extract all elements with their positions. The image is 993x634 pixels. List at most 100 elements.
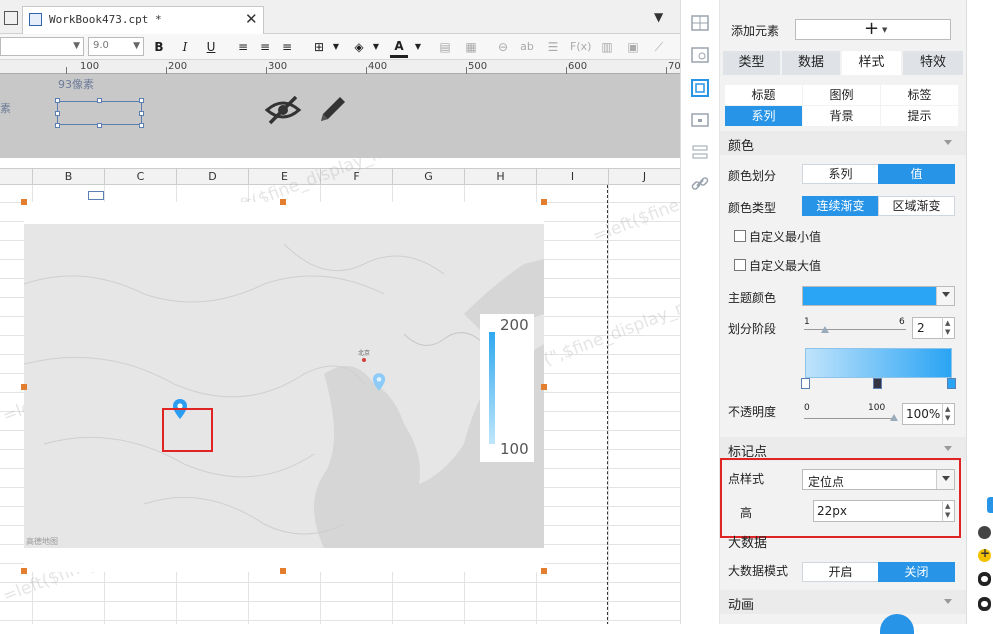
opacity-slider-track[interactable] [804,418,896,419]
resize-handle[interactable] [55,98,60,103]
tab-menu-icon[interactable]: ▼ [654,10,663,24]
color-division-value[interactable]: 值 [878,164,955,184]
image-icon[interactable]: ▣ [624,38,642,56]
robot-icon[interactable] [978,526,991,539]
resize-handle[interactable] [541,384,547,390]
close-tab-icon[interactable]: ✕ [245,10,258,28]
big-data-on[interactable]: 开启 [802,562,879,582]
section-animation-header[interactable]: 动画 [720,590,966,614]
formula-icon[interactable]: F(x) [570,38,591,56]
map-canvas[interactable]: 北京 200 100 高德地图 [24,224,544,548]
chart-attr-icon[interactable] [690,111,710,129]
cell-element-icon[interactable] [690,46,710,64]
align-center-icon[interactable]: ≡ [256,38,274,56]
location-pin-icon[interactable] [372,372,386,392]
penguin-icon[interactable] [978,597,991,611]
grid-icon[interactable] [4,11,18,25]
merge-cells-icon[interactable]: ▤ [436,38,454,56]
theme-color-select[interactable] [802,286,955,306]
resize-handle[interactable] [139,98,144,103]
font-color-button[interactable]: A [390,38,408,58]
spreadsheet-area[interactable]: B C D E F G H I J =left($fine_display_na… [0,158,680,624]
font-size-select[interactable]: 9.0 ▼ [88,37,144,56]
custom-max-checkbox[interactable] [734,259,746,271]
custom-min-checkbox[interactable] [734,230,746,242]
resize-handle[interactable] [21,568,27,574]
tab-type[interactable]: 类型 [723,51,780,75]
spinner-buttons[interactable]: ▲ ▼ [942,317,954,339]
tab-effects[interactable]: 特效 [903,51,963,75]
add-element-button[interactable]: + ▼ [795,18,951,40]
section-bigdata-header[interactable]: 大数据 [720,528,966,551]
border-icon[interactable]: ⊞ [310,38,328,56]
resize-handle[interactable] [55,123,60,128]
condition-icon[interactable] [690,143,710,161]
color-type-range[interactable]: 区域渐变 [878,196,955,216]
document-tab[interactable]: WorkBook473.cpt * ✕ [22,6,264,34]
color-division-series[interactable]: 系列 [802,164,879,184]
opacity-slider-thumb[interactable] [890,414,898,421]
big-data-off[interactable]: 关闭 [878,562,955,582]
side-tab-icon[interactable] [987,497,993,513]
selected-widget-box[interactable] [57,101,142,125]
resize-handle[interactable] [97,123,102,128]
resize-handle[interactable] [280,199,286,205]
chevron-down-icon[interactable]: ▼ [409,38,427,56]
resize-handle[interactable] [139,123,144,128]
chevron-down-icon[interactable]: ▼ [327,38,345,56]
column-header[interactable]: J [608,169,680,186]
text-ab-icon[interactable]: ab [518,38,536,56]
gradient-stop-handle[interactable] [801,378,810,389]
stage-slider-thumb[interactable] [821,326,829,333]
resize-handle[interactable] [21,384,27,390]
column-header[interactable]: H [464,169,536,186]
column-header[interactable]: G [392,169,464,186]
fill-color-icon[interactable]: ◈ [350,38,368,56]
subtab-title[interactable]: 标题 [725,85,802,105]
hide-eye-icon[interactable] [264,94,302,126]
gradient-stop-handle[interactable] [947,378,956,389]
bold-button[interactable]: B [150,38,168,56]
subtab-series[interactable]: 系列 [725,106,802,126]
add-icon[interactable]: + [978,546,991,562]
column-header[interactable]: C [104,169,176,186]
spinner-buttons[interactable]: ▲ ▼ [942,403,954,425]
column-header[interactable]: I [536,169,608,186]
resize-handle[interactable] [541,568,547,574]
align-right-icon[interactable]: ≡ [278,38,296,56]
tab-data[interactable]: 数据 [782,51,840,75]
subtab-label[interactable]: 标签 [881,85,958,105]
text-format-icon[interactable]: ☰ [544,38,562,56]
chevron-down-icon[interactable]: ▼ [367,38,385,56]
italic-button[interactable]: I [176,38,194,56]
column-header[interactable]: B [32,169,104,186]
gradient-stop-handle[interactable] [873,378,882,389]
resize-handle[interactable] [541,199,547,205]
subtab-legend[interactable]: 图例 [803,85,880,105]
resize-handle[interactable] [139,111,144,116]
link-icon[interactable]: ⊖ [494,38,512,56]
edit-pencil-icon[interactable] [316,92,350,126]
tab-style[interactable]: 样式 [842,51,901,75]
resize-handle[interactable] [55,111,60,116]
gradient-preview[interactable] [805,348,952,378]
subtab-tooltip[interactable]: 提示 [881,106,958,126]
underline-button[interactable]: U [202,38,220,56]
map-chart-widget[interactable]: 北京 200 100 高德地图 [21,199,547,574]
align-left-icon[interactable]: ≡ [234,38,252,56]
subtab-background[interactable]: 背景 [803,106,880,126]
resize-handle[interactable] [21,199,27,205]
stage-slider-track[interactable] [804,329,906,330]
insert-table-icon[interactable]: ▦ [462,38,480,56]
opacity-spinner[interactable]: 100% ▲ ▼ [902,403,955,425]
penguin-icon[interactable] [978,572,991,586]
section-color-header[interactable]: 颜色 [720,131,966,155]
color-type-continuous[interactable]: 连续渐变 [802,196,879,216]
column-header[interactable]: D [176,169,248,186]
widget-attr-icon[interactable] [690,79,710,97]
hyperlink-icon[interactable] [690,175,710,193]
stage-spinner[interactable]: 2 ▲ ▼ [912,317,955,339]
chart-insert-icon[interactable]: ▥ [598,38,616,56]
font-family-select[interactable]: ▼ [0,37,84,56]
floating-action-button[interactable] [880,614,914,634]
